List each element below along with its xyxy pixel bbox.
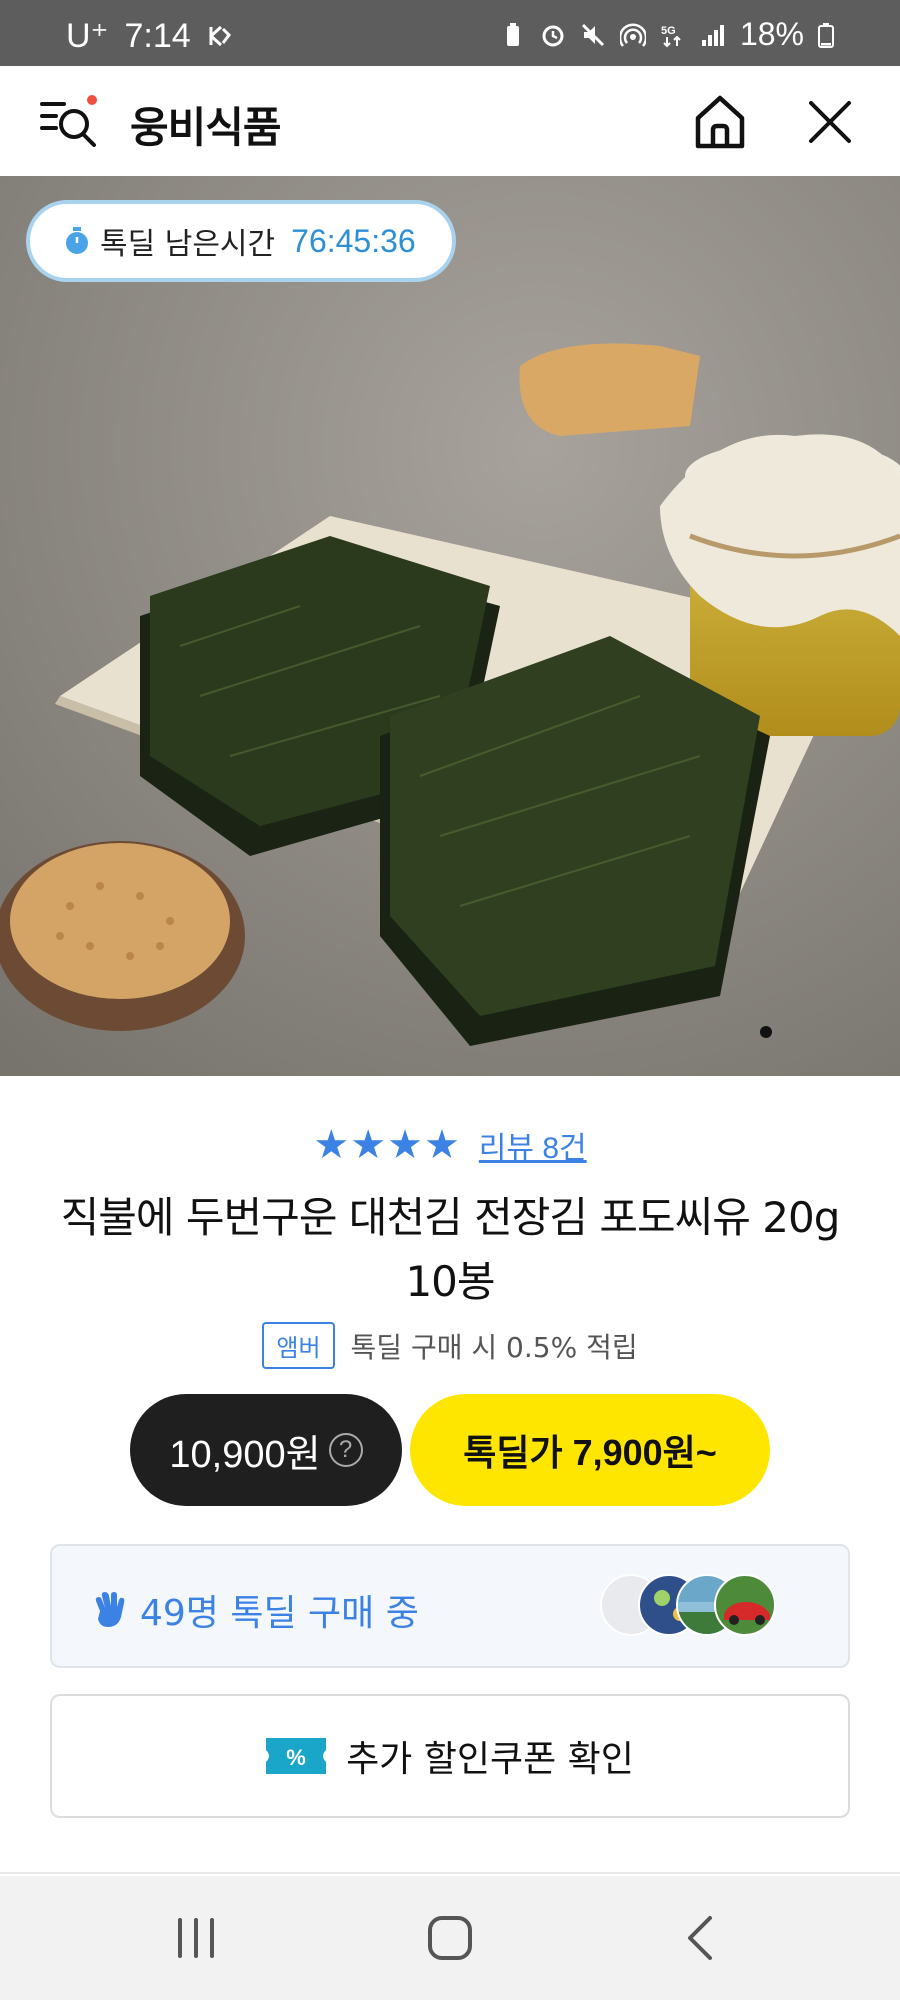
rating-stars: ★★★★ — [313, 1122, 461, 1168]
battery-saver-icon — [506, 22, 519, 46]
search-menu-icon[interactable] — [38, 94, 98, 150]
coupon-button[interactable]: % 추가 할인쿠폰 확인 — [50, 1694, 850, 1818]
carrier-label: U⁺ — [66, 17, 109, 55]
buyers-banner[interactable]: 49명 톡딜 구매 중 — [50, 1544, 850, 1668]
original-price: 10,900원 — [169, 1433, 321, 1476]
timer-label: 톡딜 남은시간 — [100, 227, 276, 262]
rating-row: ★★★★ 리뷰 8건 — [0, 1122, 900, 1168]
notification-k-icon — [209, 25, 231, 47]
status-bar: U⁺ 7:14 5G 18% — [0, 0, 900, 66]
close-icon[interactable] — [808, 100, 852, 144]
home-nav-icon[interactable] — [420, 1910, 480, 1966]
coupon-icon-label: % — [286, 1745, 306, 1770]
benefit-text: 톡딜 구매 시 0.5% 적립 — [350, 1330, 638, 1364]
deal-price-button[interactable]: 톡딜가 7,900원~ — [410, 1394, 770, 1506]
battery-icon — [818, 22, 834, 48]
coupon-text: 추가 할인쿠폰 확인 — [346, 1739, 634, 1780]
divider — [0, 1872, 900, 1874]
mute-icon — [581, 23, 605, 46]
buyer-avatars — [600, 1574, 780, 1638]
product-title: 직불에 두번구운 대천김 전장김 포도씨유 20g 10봉 — [60, 1193, 841, 1306]
recent-apps-icon[interactable] — [166, 1910, 226, 1966]
back-icon[interactable] — [672, 1910, 732, 1966]
seasoned-laver-product-photo — [0, 176, 900, 1076]
membership-badge: 앰버 — [262, 1322, 335, 1369]
carousel-page-indicator — [760, 1026, 772, 1038]
status-left: U⁺ 7:14 — [66, 16, 233, 56]
timer-value: 76:45:36 — [291, 222, 416, 259]
benefit-row: 앰버 톡딜 구매 시 0.5% 적립 — [0, 1322, 900, 1369]
seller-title[interactable]: 웅비식품 — [130, 94, 282, 155]
buyers-count-text: 49명 톡딜 구매 중 — [140, 1593, 419, 1634]
price-row: 10,900원 ? 톡딜가 7,900원~ — [130, 1394, 770, 1506]
5g-icon: 5G — [661, 25, 681, 47]
original-price-button[interactable]: 10,900원 ? — [130, 1394, 402, 1506]
battery-percent: 18% — [739, 16, 804, 52]
avatar — [714, 1574, 776, 1636]
clock: 7:14 — [124, 16, 191, 55]
deal-timer: 톡딜 남은시간 76:45:36 — [26, 200, 456, 282]
waving-hand-icon — [95, 1592, 125, 1627]
home-icon[interactable] — [692, 92, 748, 152]
app-header: 웅비식품 — [0, 66, 900, 176]
hotspot-icon — [619, 22, 646, 47]
coupon-icon: % — [266, 1738, 327, 1774]
help-icon[interactable]: ? — [328, 1433, 363, 1467]
review-count-link[interactable]: 리뷰 8건 — [479, 1123, 587, 1167]
system-navigation-bar — [0, 1876, 900, 2000]
svg-text:5G: 5G — [661, 25, 676, 37]
stopwatch-icon — [66, 227, 88, 254]
signal-icon — [701, 24, 724, 46]
alarm-icon — [542, 25, 564, 46]
buyers-info: 49명 톡딜 구매 중 — [92, 1584, 419, 1636]
status-right: 5G 18% — [500, 16, 834, 53]
product-image-carousel[interactable]: 톡딜 남은시간 76:45:36 — [0, 176, 900, 1076]
